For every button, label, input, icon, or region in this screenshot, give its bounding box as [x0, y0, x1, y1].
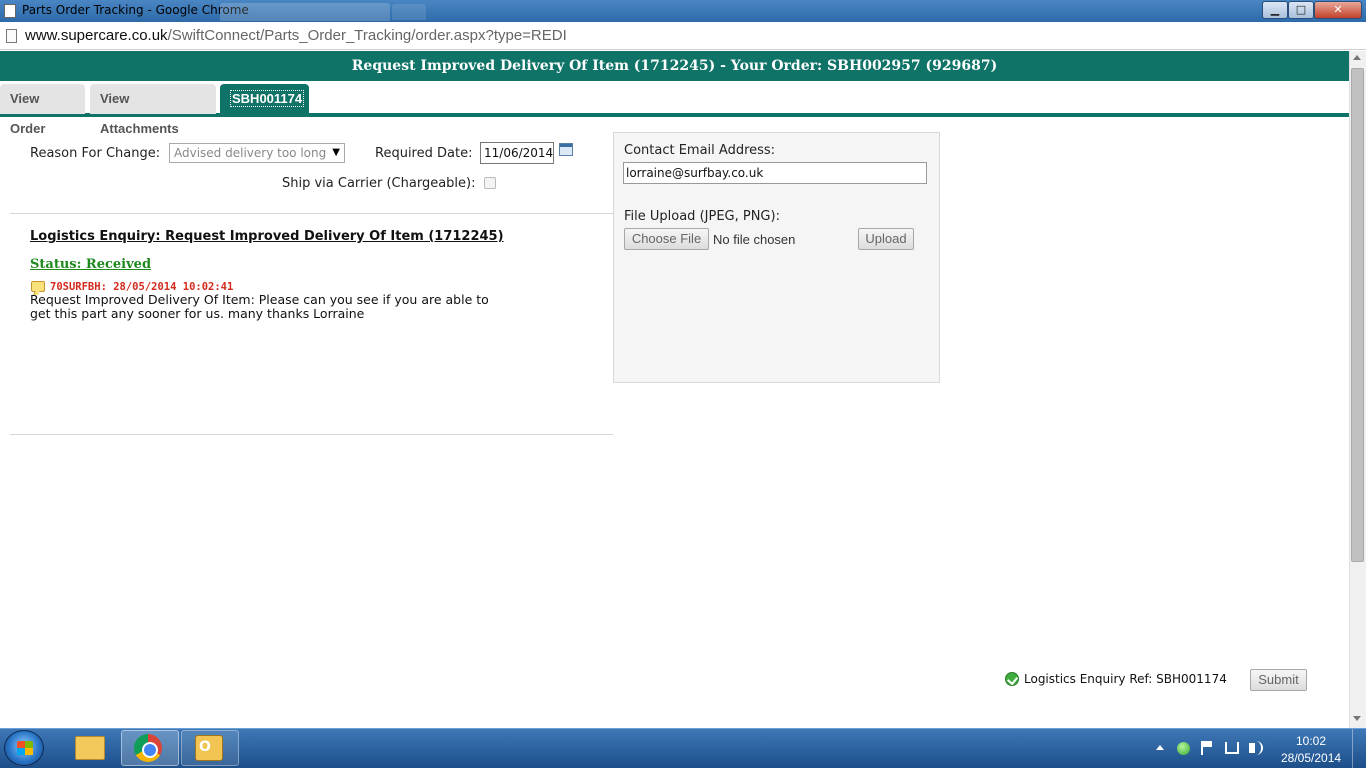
email-field[interactable]: lorraine@surfbay.co.uk	[623, 162, 927, 184]
file-upload-label: File Upload (JPEG, PNG):	[624, 209, 780, 224]
tab-sbh001174[interactable]: SBH001174	[220, 84, 309, 114]
volume-icon[interactable]	[1249, 741, 1263, 755]
tray-status-icon[interactable]	[1177, 742, 1190, 755]
required-date-input[interactable]: 11/06/2014	[480, 142, 554, 164]
action-center-flag-icon[interactable]	[1201, 741, 1213, 755]
browser-tab-background[interactable]	[220, 3, 390, 21]
document-icon	[6, 29, 17, 43]
start-button[interactable]	[4, 730, 44, 766]
clock-time[interactable]: 10:02	[1296, 734, 1326, 748]
ship-carrier-label: Ship via Carrier (Chargeable):	[282, 176, 476, 191]
show-desktop-button[interactable]	[1352, 729, 1366, 768]
scroll-thumb[interactable]	[1351, 68, 1364, 562]
page-icon	[4, 4, 16, 18]
clock-date[interactable]: 28/05/2014	[1281, 751, 1341, 765]
ship-carrier-checkbox[interactable]	[484, 177, 496, 189]
submit-button[interactable]: Submit	[1250, 669, 1307, 691]
upload-button[interactable]: Upload	[858, 228, 914, 250]
choose-file-button[interactable]: Choose File	[624, 228, 709, 250]
check-circle-icon	[1005, 672, 1019, 686]
email-label: Contact Email Address:	[624, 143, 776, 158]
tab-view-order[interactable]: View Order	[0, 84, 85, 136]
network-icon[interactable]	[1225, 742, 1239, 754]
dropdown-arrow-icon: ▼	[332, 147, 340, 158]
maximize-button[interactable]: □	[1288, 1, 1314, 19]
new-tab-button[interactable]	[392, 4, 426, 20]
tab-sbh001174-label: SBH001174	[230, 90, 305, 107]
chrome-icon	[134, 734, 162, 762]
url-host: www.supercare.co.uk	[25, 27, 168, 44]
no-file-text: No file chosen	[713, 232, 796, 247]
comment-body: Request Improved Delivery Of Item: Pleas…	[30, 292, 489, 321]
divider-bottom	[10, 434, 613, 435]
divider-top	[10, 213, 613, 214]
url-text[interactable]: www.supercare.co.uk/SwiftConnect/Parts_O…	[25, 27, 567, 44]
page-title: Request Improved Delivery Of Item (17122…	[0, 51, 1349, 81]
status-text: Status: Received	[30, 257, 152, 272]
outlook-icon	[195, 735, 223, 761]
comment-icon	[31, 281, 45, 292]
tab-bar: View Order View Attachments SBH001174	[0, 81, 1349, 136]
reason-label: Reason For Change:	[30, 146, 161, 161]
tab-view-attachments[interactable]: View Attachments	[90, 84, 216, 136]
folder-icon	[75, 736, 105, 760]
scroll-up-arrow-icon[interactable]	[1353, 55, 1361, 60]
scroll-down-arrow-icon[interactable]	[1353, 716, 1361, 721]
reason-select-value: Advised delivery too long	[174, 146, 327, 160]
window-title-bar: Parts Order Tracking - Google Chrome	[0, 0, 1366, 22]
close-button[interactable]: ✕	[1314, 1, 1362, 19]
calendar-icon[interactable]	[559, 143, 573, 156]
tray-expand-icon[interactable]	[1156, 745, 1164, 750]
address-bar[interactable]: www.supercare.co.uk/SwiftConnect/Parts_O…	[0, 22, 1366, 50]
enquiry-ref-text: Logistics Enquiry Ref: SBH001174	[1024, 672, 1227, 686]
window-title: Parts Order Tracking - Google Chrome	[22, 3, 249, 17]
url-path: /SwiftConnect/Parts_Order_Tracking/order…	[167, 27, 567, 44]
reason-select[interactable]: Advised delivery too long ▼	[169, 143, 345, 163]
required-date-label: Required Date:	[375, 146, 473, 161]
enquiry-title: Logistics Enquiry: Request Improved Deli…	[30, 229, 504, 244]
windows-logo-icon	[17, 741, 33, 755]
minimize-button[interactable]: ▁	[1262, 1, 1288, 19]
